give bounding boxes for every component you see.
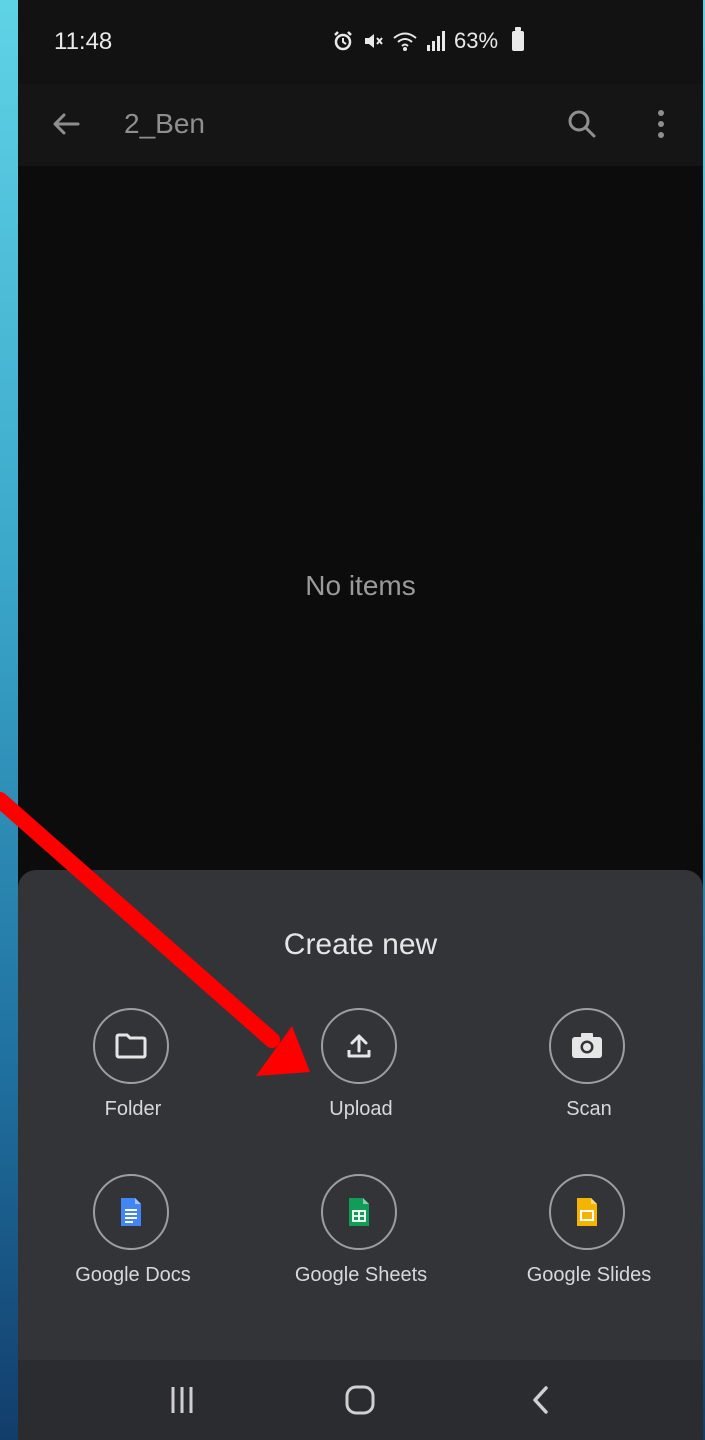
scan-label: Scan	[566, 1098, 612, 1120]
wifi-icon	[393, 32, 417, 51]
upload-label: Upload	[329, 1098, 393, 1120]
back-arrow-icon[interactable]	[46, 104, 86, 144]
folder-icon	[115, 1033, 147, 1059]
google-sheets-icon	[349, 1198, 369, 1226]
google-sheets-button[interactable]	[321, 1174, 397, 1250]
upload-icon	[347, 1034, 371, 1058]
more-options-icon[interactable]	[646, 104, 676, 144]
nav-back-icon[interactable]	[526, 1382, 556, 1418]
folder-option[interactable]: Folder	[19, 1008, 247, 1128]
scan-button[interactable]	[549, 1008, 625, 1084]
battery-icon	[512, 27, 525, 51]
sheet-title: Create new	[283, 928, 438, 961]
folder-button[interactable]	[93, 1008, 169, 1084]
folder-label: Folder	[104, 1098, 162, 1120]
search-icon[interactable]	[562, 104, 602, 144]
home-icon[interactable]	[342, 1382, 378, 1418]
create-new-sheet: Create new Folder Upload Scan Google Doc…	[18, 870, 703, 1360]
folder-title: 2_Ben	[124, 108, 205, 139]
upload-button[interactable]	[321, 1008, 397, 1084]
signal-icon	[427, 31, 445, 51]
google-docs-option[interactable]: Google Docs	[19, 1174, 247, 1294]
recent-apps-icon[interactable]	[164, 1384, 200, 1416]
alarm-icon	[334, 31, 352, 51]
google-slides-option[interactable]: Google Slides	[475, 1174, 703, 1294]
google-slides-button[interactable]	[549, 1174, 625, 1250]
upload-option[interactable]: Upload	[247, 1008, 475, 1128]
battery-percent: 63%	[454, 28, 499, 53]
status-bar: 11:48 63%	[18, 0, 703, 84]
google-slides-icon	[577, 1198, 597, 1226]
file-list-empty: No items	[18, 166, 703, 870]
empty-message: No items	[305, 570, 416, 601]
google-docs-icon	[121, 1198, 141, 1226]
google-sheets-label: Google Sheets	[294, 1264, 428, 1286]
system-nav-bar	[18, 1360, 703, 1440]
google-slides-label: Google Slides	[526, 1264, 652, 1286]
camera-icon	[572, 1033, 602, 1058]
google-sheets-option[interactable]: Google Sheets	[247, 1174, 475, 1294]
app-bar: 2_Ben	[18, 84, 703, 166]
google-docs-label: Google Docs	[75, 1264, 191, 1286]
scan-option[interactable]: Scan	[475, 1008, 703, 1128]
phone-screen: 11:48 63% 2_Ben No items Create new Fold…	[18, 0, 703, 1440]
status-time: 11:48	[54, 28, 113, 55]
mute-icon	[365, 34, 383, 48]
google-docs-button[interactable]	[93, 1174, 169, 1250]
status-icons: 63%	[332, 27, 525, 54]
